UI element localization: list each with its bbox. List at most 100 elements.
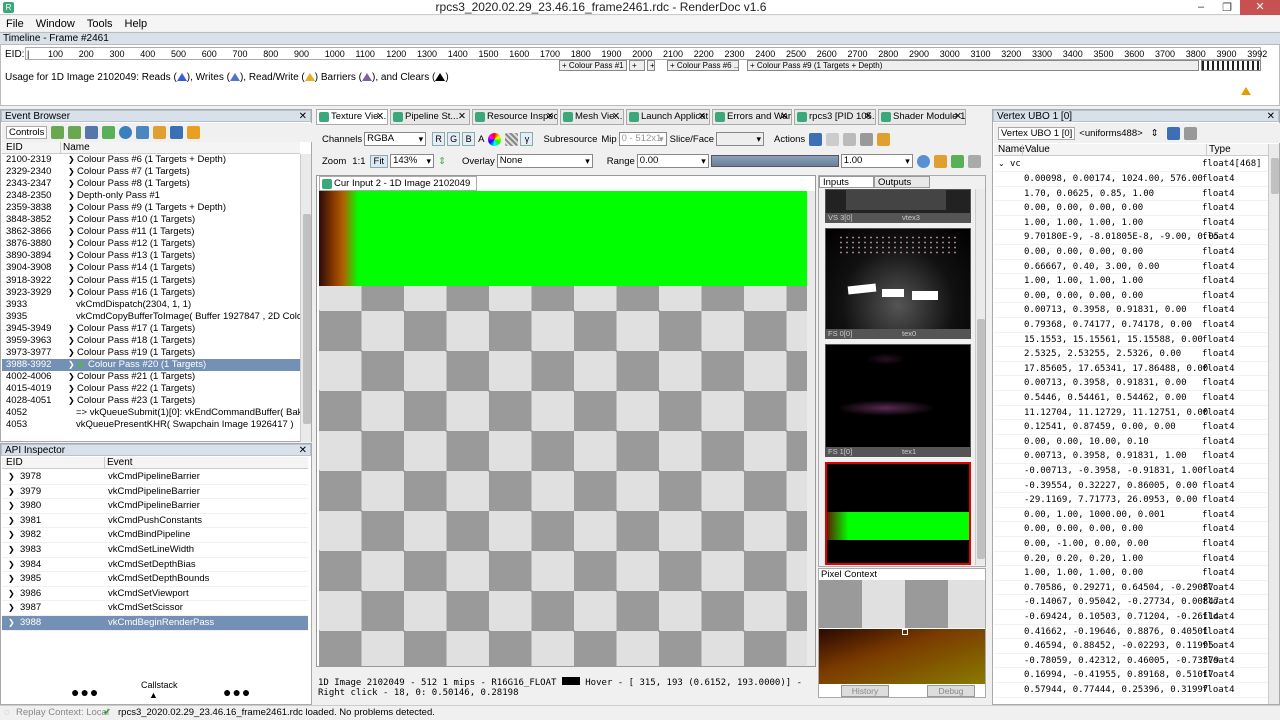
forward-arrow-icon[interactable] <box>68 126 82 139</box>
menu-file[interactable]: File <box>0 18 30 30</box>
ubo-value-row[interactable]: 2.5325, 2.53255, 2.5326, 0.00 float4 <box>994 347 1268 362</box>
timer-icon[interactable] <box>119 126 133 139</box>
chevron-right-icon[interactable]: ❯ <box>8 528 15 542</box>
ubo-value-row[interactable]: 0.00098, 0.00174, 1024.00, 576.00 float4 <box>994 172 1268 187</box>
highlight-icon[interactable] <box>187 126 201 139</box>
event-row[interactable]: 2329-2340 ❯ Colour Pass #7 (1 Targets) <box>2 166 300 178</box>
chevron-right-icon[interactable]: ❯ <box>8 499 15 513</box>
event-row[interactable]: 2343-2347 ❯ Colour Pass #8 (1 Targets) <box>2 178 300 190</box>
close-icon[interactable]: ✕ <box>299 445 307 457</box>
event-row[interactable]: 2348-2350 ❯ Depth-only Pass #1 <box>2 190 300 202</box>
history-button[interactable]: History <box>841 685 889 697</box>
api-event-row[interactable]: ❯ 3987 vkCmdSetScissor <box>2 601 308 616</box>
ubo-value-row[interactable]: 0.00, 0.00, 0.00, 0.00 float4 <box>994 289 1268 304</box>
ubo-value-row[interactable]: 0.00, -1.00, 0.00, 0.00 float4 <box>994 537 1268 552</box>
main-tab[interactable]: rpcs3 [PID 105... ✕ <box>794 109 876 125</box>
ubo-value-row[interactable]: 0.41662, -0.19646, 0.8876, 0.40501 float4 <box>994 625 1268 640</box>
fit-button[interactable]: Fit <box>369 154 389 168</box>
event-row[interactable]: 2100-2319 ❯ Colour Pass #6 (1 Targets + De… <box>2 154 300 166</box>
chevron-right-icon[interactable]: ❯ <box>68 395 75 407</box>
chevron-right-icon[interactable]: ❯ <box>8 572 15 586</box>
texture-scrollbar[interactable] <box>807 191 815 666</box>
open-icon[interactable] <box>843 132 857 146</box>
timeline-pass-9[interactable]: + Colour Pass #9 (1 Targets + Depth) <box>747 60 1199 71</box>
event-row[interactable]: 3933 vkCmdDispatch(2304, 1, 1) <box>2 299 300 311</box>
main-tab[interactable]: Mesh Vie... ✕ <box>560 109 624 125</box>
close-tab-icon[interactable]: ✕ <box>864 110 872 124</box>
link-icon[interactable] <box>860 132 874 146</box>
ubo-value-row[interactable]: 0.00, 0.00, 10.00, 0.10 float4 <box>994 435 1268 450</box>
api-event-row[interactable]: ❯ 3978 vkCmdPipelineBarrier <box>2 470 308 485</box>
ubo-value-row[interactable]: 17.85605, 17.65341, 17.86488, 0.00 float4 <box>994 362 1268 377</box>
event-scrollbar[interactable] <box>300 154 311 442</box>
auto-fit-icon[interactable] <box>933 154 947 168</box>
api-event-row[interactable]: ❯ 3985 vkCmdSetDepthBounds <box>2 572 308 587</box>
menu-tools[interactable]: Tools <box>81 18 119 30</box>
ubo-value-row[interactable]: 0.66667, 0.40, 3.00, 0.00 float4 <box>994 260 1268 275</box>
chevron-right-icon[interactable]: ❯ <box>68 275 75 287</box>
ubo-value-row[interactable]: 0.00, 0.00, 0.00, 0.00 float4 <box>994 201 1268 216</box>
ubo-value-row[interactable]: -0.00713, -0.3958, -0.91831, 1.00 float4 <box>994 464 1268 479</box>
thumbnail-fs1[interactable]: FS 1[0] tex1 <box>825 344 971 457</box>
ubo-value-row[interactable]: 0.57944, 0.77444, 0.25396, 0.31997 float4 <box>994 683 1268 698</box>
chevron-right-icon[interactable]: ❯ <box>68 262 75 274</box>
ubo-value-row[interactable]: 0.00, 0.00, 0.00, 0.00 float4 <box>994 522 1268 537</box>
ubo-value-row[interactable]: 0.46594, 0.88452, -0.02293, 0.11995 float… <box>994 639 1268 654</box>
channels-select[interactable]: RGBA <box>364 132 427 146</box>
chevron-right-icon[interactable]: ❯ <box>8 558 15 572</box>
timeline-pass-stripes[interactable] <box>1201 60 1261 71</box>
chevron-right-icon[interactable]: ❯ <box>68 323 75 335</box>
chevron-right-icon[interactable]: ❯ <box>68 202 75 214</box>
callstack-up-icon[interactable]: ▲ <box>149 690 158 700</box>
settings-icon[interactable] <box>153 126 167 139</box>
chevron-right-icon[interactable]: ❯ <box>68 347 75 359</box>
splitter-dots-icon[interactable]: ●●● <box>223 684 251 700</box>
ubo-value-row[interactable]: 0.00713, 0.3958, 0.91831, 0.00 float4 <box>994 376 1268 391</box>
api-event-row[interactable]: ❯ 3988 vkCmdBeginRenderPass <box>2 616 308 631</box>
ubo-value-row[interactable]: 0.00, 1.00, 1000.00, 0.001 float4 <box>994 508 1268 523</box>
close-button[interactable]: ✕ <box>1240 0 1280 15</box>
chevron-right-icon[interactable]: ❯ <box>68 287 75 299</box>
pixel-context-view[interactable] <box>819 629 985 684</box>
ubo-value-row[interactable]: -0.14067, 0.95042, -0.27734, 0.00847 floa… <box>994 595 1268 610</box>
ubo-value-row[interactable]: -29.1169, 7.71773, 26.0953, 0.00 float4 <box>994 493 1268 508</box>
chevron-right-icon[interactable]: ❯ <box>68 371 75 383</box>
main-tab[interactable]: Shader Module 1927...✕ <box>878 109 966 125</box>
chevron-right-icon[interactable]: ❯ <box>8 543 15 557</box>
thumbnail-scrollbar[interactable] <box>975 189 985 565</box>
ubo-value-row[interactable]: 1.00, 1.00, 1.00, 1.00 float4 <box>994 274 1268 289</box>
chevron-right-icon[interactable]: ❯ <box>68 214 75 226</box>
close-icon[interactable]: ✕ <box>299 111 307 123</box>
debug-button[interactable]: Debug <box>927 685 975 697</box>
overlay-select[interactable]: None <box>496 154 593 168</box>
save-icon[interactable] <box>170 126 184 139</box>
link-icon[interactable] <box>1183 126 1197 140</box>
event-row[interactable]: 3862-3866 ❯ Colour Pass #11 (1 Targets) <box>2 226 300 238</box>
event-row[interactable]: 3890-3894 ❯ Colour Pass #13 (1 Targets) <box>2 250 300 262</box>
ubo-value-row[interactable]: 0.70586, 0.29271, 0.64504, -0.29087 float… <box>994 581 1268 596</box>
ubo-tab-label[interactable]: Vertex UBO 1 [0] <box>998 126 1076 140</box>
ubo-value-row[interactable]: 0.00, 0.00, 0.00, 0.00 float4 <box>994 245 1268 260</box>
range-histogram[interactable] <box>710 155 839 167</box>
api-event-row[interactable]: ❯ 3981 vkCmdPushConstants <box>2 514 308 529</box>
zoom-select[interactable]: 143% <box>390 154 435 168</box>
settings-icon[interactable] <box>877 132 891 146</box>
close-tab-icon[interactable]: ✕ <box>780 110 788 124</box>
api-event-row[interactable]: ❯ 3984 vkCmdSetDepthBias <box>2 558 308 573</box>
chevron-right-icon[interactable]: ❯ <box>68 154 75 166</box>
api-event-row[interactable]: ❯ 3986 vkCmdSetViewport <box>2 587 308 602</box>
ubo-scrollbar[interactable] <box>1268 144 1279 704</box>
timeline-panel[interactable]: EID: 100 200 300 400 500 600 700 800 900 1000 1100… <box>0 44 1280 106</box>
chevron-right-icon[interactable]: ❯ <box>68 335 75 347</box>
main-tab[interactable]: Texture Vie... ✕ <box>316 109 388 125</box>
ubo-value-row[interactable]: 0.16994, -0.41955, 0.89168, 0.51017 float… <box>994 668 1268 683</box>
copy-icon[interactable] <box>826 132 840 146</box>
thumbnail-vs3[interactable]: VS 3[0] vtex3 <box>825 189 971 223</box>
red-channel-toggle[interactable]: R <box>432 132 446 146</box>
green-channel-toggle[interactable]: G <box>447 132 461 146</box>
ubo-value-row[interactable]: 0.00713, 0.3958, 0.91831, 1.00 float4 <box>994 449 1268 464</box>
thumbnail-fs0[interactable]: FS 0[0] tex0 <box>825 228 971 339</box>
close-tab-icon[interactable]: ✕ <box>546 110 554 124</box>
api-event-row[interactable]: ❯ 3983 vkCmdSetLineWidth <box>2 543 308 558</box>
chevron-right-icon[interactable]: ❯ <box>8 485 15 499</box>
